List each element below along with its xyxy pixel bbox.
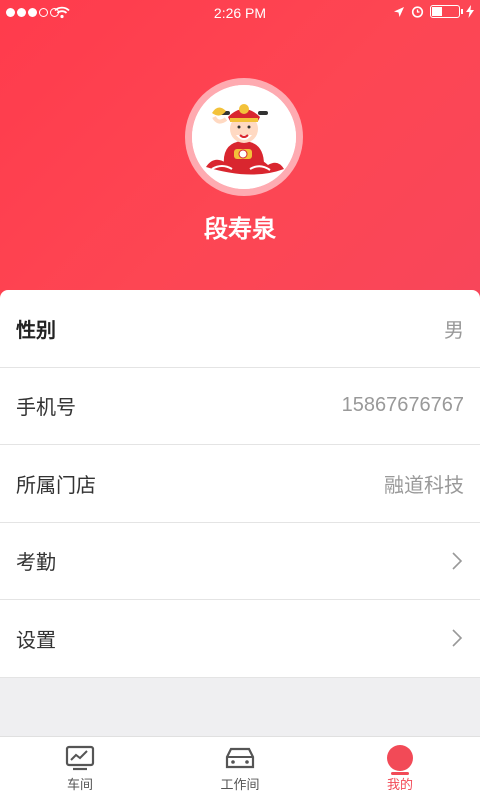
fortune-god-avatar-icon bbox=[192, 85, 296, 189]
status-bar: 2:26 PM bbox=[0, 0, 480, 26]
row-label: 性别 bbox=[16, 317, 56, 342]
car-icon bbox=[225, 747, 255, 769]
row-attendance[interactable]: 考勤 bbox=[0, 523, 480, 600]
charging-bolt-icon bbox=[466, 5, 474, 18]
profile-dot-icon bbox=[387, 745, 413, 775]
profile-header: 2:26 PM 段寿泉 bbox=[0, 0, 480, 300]
alarm-icon bbox=[411, 6, 424, 18]
chevron-right-icon bbox=[452, 629, 463, 647]
chevron-right-icon bbox=[452, 552, 463, 570]
monitor-chart-icon bbox=[65, 745, 95, 771]
tab-mine[interactable]: 我的 bbox=[320, 737, 480, 800]
tab-label: 车间 bbox=[66, 778, 93, 793]
row-phone: 手机号 15867676767 bbox=[0, 368, 480, 445]
avatar bbox=[192, 85, 296, 189]
row-store: 所属门店 融道科技 bbox=[0, 445, 480, 523]
tab-label: 工作间 bbox=[220, 778, 260, 793]
tab-workshop[interactable]: 车间 bbox=[0, 737, 160, 800]
tab-workroom[interactable]: 工作间 bbox=[160, 737, 320, 800]
avatar-frame[interactable] bbox=[185, 78, 303, 196]
user-name: 段寿泉 bbox=[204, 215, 276, 243]
tab-label: 我的 bbox=[386, 778, 413, 793]
row-label: 手机号 bbox=[16, 395, 76, 420]
row-label: 所属门店 bbox=[16, 472, 96, 497]
row-label: 设置 bbox=[16, 627, 56, 652]
bottom-tab-bar: 车间 工作间 我的 bbox=[0, 736, 480, 800]
row-label: 考勤 bbox=[16, 550, 56, 575]
row-settings[interactable]: 设置 bbox=[0, 600, 480, 678]
row-gender: 性别 男 bbox=[0, 290, 480, 368]
row-value: 男 bbox=[444, 319, 464, 342]
row-value: 15867676767 bbox=[341, 394, 464, 417]
profile-info-card: 性别 男 手机号 15867676767 所属门店 融道科技 考勤 设置 bbox=[0, 290, 480, 678]
battery-icon bbox=[430, 5, 463, 18]
location-arrow-icon bbox=[394, 6, 404, 17]
row-value: 融道科技 bbox=[384, 474, 464, 497]
